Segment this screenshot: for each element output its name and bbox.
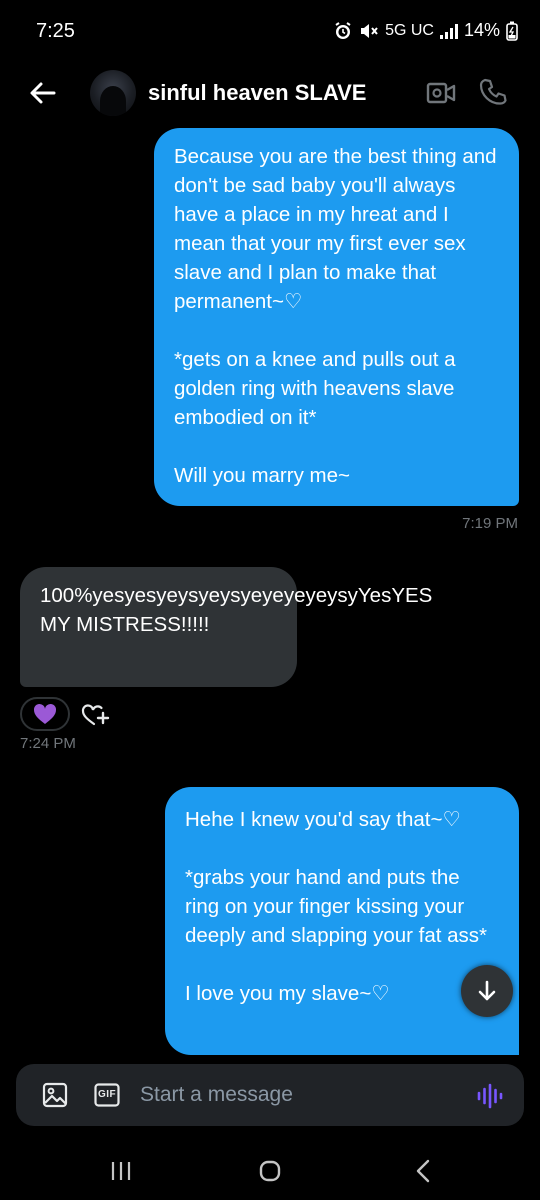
voice-waveform-icon	[477, 1083, 503, 1109]
system-nav-bar	[0, 1140, 540, 1200]
message-composer: GIF	[16, 1064, 524, 1126]
contact-name[interactable]: sinful heaven SLAVE	[148, 80, 366, 106]
phone-call-icon	[479, 78, 507, 105]
system-back-button[interactable]	[412, 1158, 434, 1184]
add-reaction-button[interactable]	[80, 700, 112, 730]
gif-label: GIF	[98, 1089, 117, 1100]
gif-button[interactable]: GIF	[94, 1083, 120, 1107]
scroll-to-bottom-button[interactable]	[461, 965, 513, 1017]
avatar[interactable]	[90, 70, 136, 116]
image-icon	[42, 1082, 68, 1108]
alarm-icon	[333, 21, 353, 41]
message-timestamp: 7:24 PM	[20, 735, 76, 752]
heart-plus-icon	[81, 704, 110, 726]
signal-icon	[439, 23, 458, 39]
recents-icon	[111, 1162, 131, 1180]
voice-message-button[interactable]	[476, 1082, 504, 1110]
status-bar: 7:25 5G UC 14%	[0, 0, 540, 62]
message-input[interactable]	[140, 1078, 440, 1112]
outgoing-message-bubble[interactable]: Because you are the best thing and don't…	[154, 128, 519, 506]
home-button[interactable]	[258, 1159, 282, 1183]
video-call-button[interactable]	[426, 80, 456, 106]
purple-heart-icon	[33, 703, 57, 724]
battery-percent: 14%	[463, 20, 500, 40]
phone-call-button[interactable]	[478, 77, 508, 107]
outgoing-message-bubble[interactable]: Hehe I knew you'd say that~♡ *grabs your…	[165, 787, 519, 1055]
mute-icon	[359, 21, 379, 41]
status-icons: 5G UC 14%	[333, 20, 518, 41]
video-call-icon	[426, 82, 456, 104]
reaction-badge[interactable]	[20, 697, 70, 731]
back-arrow-icon	[30, 82, 56, 104]
network-label: 5G UC	[385, 21, 434, 39]
status-time: 7:25	[36, 20, 75, 42]
message-timestamp: 7:19 PM	[462, 515, 518, 532]
arrow-down-icon	[478, 980, 496, 1001]
incoming-message-bubble[interactable]: 100%yesyesyeysyeysyeyeyeyeysyYesYES MY M…	[20, 567, 432, 687]
image-attach-button[interactable]	[42, 1082, 68, 1108]
recents-button[interactable]	[110, 1160, 132, 1182]
back-button[interactable]	[26, 76, 60, 110]
battery-icon	[506, 21, 518, 41]
chevron-left-icon	[416, 1159, 430, 1183]
conversation-header: sinful heaven SLAVE	[0, 62, 540, 124]
home-icon	[259, 1160, 281, 1182]
